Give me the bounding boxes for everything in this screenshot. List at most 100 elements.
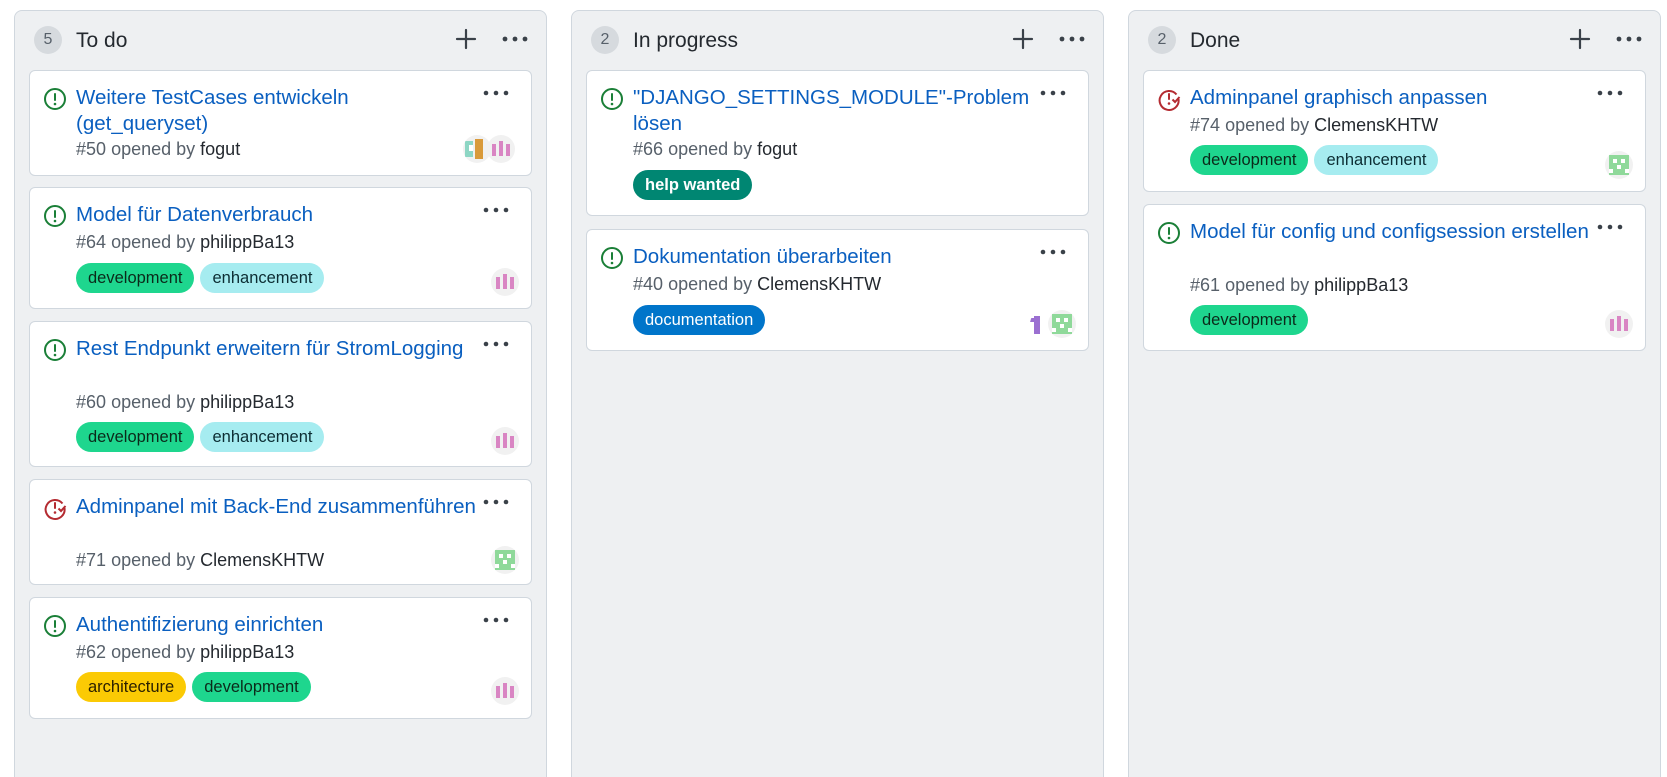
issue-number: #50 <box>76 139 107 159</box>
label-list: development enhancement <box>76 422 330 453</box>
column-menu-kebab-icon[interactable] <box>498 25 532 53</box>
issue-title-link[interactable]: Weitere TestCases entwickeln (get_querys… <box>76 85 476 137</box>
assignee-avatars <box>491 546 519 574</box>
card-menu-kebab-icon[interactable] <box>479 492 513 512</box>
issue-meta: #60 opened by philippBa13 <box>76 392 294 413</box>
label-list: development enhancement <box>76 263 330 294</box>
assignee-avatars <box>491 427 519 455</box>
pink-identicon-avatar[interactable] <box>487 135 515 163</box>
issue-title-link[interactable]: Adminpanel graphisch anpassen <box>1190 85 1590 111</box>
issue-meta: #74 opened by ClemensKHTW <box>1190 115 1438 136</box>
card-menu-kebab-icon[interactable] <box>479 334 513 354</box>
label-documentation[interactable]: documentation <box>633 305 766 335</box>
issue-author-link[interactable]: philippBa13 <box>1314 275 1408 295</box>
issue-title-link[interactable]: Model für Datenverbrauch <box>76 202 476 228</box>
opened-by-text: opened by <box>111 550 196 570</box>
label-development[interactable]: development <box>76 263 195 293</box>
label-development[interactable]: development <box>1190 145 1309 175</box>
pink-identicon-avatar[interactable] <box>491 427 519 455</box>
issue-card[interactable]: Adminpanel mit Back-End zusammenführen #… <box>29 479 532 585</box>
green-identicon-avatar[interactable] <box>1605 151 1633 179</box>
issue-card[interactable]: Model für Datenverbrauch #64 opened by p… <box>29 187 532 309</box>
card-count-badge: 2 <box>1148 26 1176 54</box>
label-help-wanted[interactable]: help wanted <box>633 170 753 200</box>
card-menu-kebab-icon[interactable] <box>1036 83 1070 103</box>
issue-author-link[interactable]: fogut <box>200 139 240 159</box>
green-identicon-avatar[interactable] <box>491 546 519 574</box>
label-list: help wanted <box>633 170 758 201</box>
issue-meta: #71 opened by ClemensKHTW <box>76 550 324 571</box>
green-identicon-avatar[interactable] <box>1048 310 1076 338</box>
add-card-plus-icon[interactable] <box>1566 25 1594 53</box>
issue-title-link[interactable]: "DJANGO_SETTINGS_MODULE"-Problem lösen <box>633 85 1033 137</box>
column-header: 5 To do <box>15 11 546 73</box>
issue-title-link[interactable]: Rest Endpunkt erweitern für StromLogging <box>76 336 476 362</box>
pink-identicon-avatar[interactable] <box>491 677 519 705</box>
issue-card[interactable]: Rest Endpunkt erweitern für StromLogging… <box>29 321 532 467</box>
assignee-avatars <box>491 677 519 705</box>
project-board: 5 To do Weitere TestCases entwickeln (ge… <box>0 0 1667 777</box>
assignee-avatars <box>463 135 519 163</box>
issue-number: #64 <box>76 232 107 252</box>
open-issue-icon <box>43 204 67 228</box>
issue-number: #61 <box>1190 275 1221 295</box>
assignee-avatars <box>1605 151 1633 179</box>
opened-by-text: opened by <box>111 392 196 412</box>
card-menu-kebab-icon[interactable] <box>1593 217 1627 237</box>
issue-author-link[interactable]: philippBa13 <box>200 232 294 252</box>
column-header: 2 Done <box>1129 11 1660 73</box>
issue-meta: #62 opened by philippBa13 <box>76 642 294 663</box>
label-development[interactable]: development <box>76 422 195 452</box>
open-issue-icon <box>43 614 67 638</box>
card-menu-kebab-icon[interactable] <box>479 200 513 220</box>
issue-author-link[interactable]: philippBa13 <box>200 642 294 662</box>
card-menu-kebab-icon[interactable] <box>479 610 513 630</box>
pink-identicon-avatar[interactable] <box>491 268 519 296</box>
column-menu-kebab-icon[interactable] <box>1055 25 1089 53</box>
issue-title-link[interactable]: Adminpanel mit Back-End zusammenführen <box>76 494 476 520</box>
issue-title-link[interactable]: Model für config und configsession erste… <box>1190 219 1590 245</box>
label-architecture[interactable]: architecture <box>76 672 187 702</box>
label-enhancement[interactable]: enhancement <box>200 263 325 293</box>
issue-author-link[interactable]: fogut <box>757 139 797 159</box>
issue-title-link[interactable]: Dokumentation überarbeiten <box>633 244 1033 270</box>
card-menu-kebab-icon[interactable] <box>1593 83 1627 103</box>
issue-card[interactable]: Model für config und configsession erste… <box>1143 204 1646 351</box>
open-issue-icon <box>1157 221 1181 245</box>
label-enhancement[interactable]: enhancement <box>200 422 325 452</box>
open-issue-icon <box>600 87 624 111</box>
issue-card[interactable]: "DJANGO_SETTINGS_MODULE"-Problem lösen #… <box>586 70 1089 216</box>
opened-by-text: opened by <box>111 232 196 252</box>
issue-number: #74 <box>1190 115 1221 135</box>
issue-card[interactable]: Weitere TestCases entwickeln (get_querys… <box>29 70 532 176</box>
column-title: In progress <box>633 29 739 52</box>
card-menu-kebab-icon[interactable] <box>479 83 513 103</box>
open-issue-icon <box>43 87 67 111</box>
add-card-plus-icon[interactable] <box>1009 25 1037 53</box>
assignee-avatars <box>1605 310 1633 338</box>
issue-author-link[interactable]: philippBa13 <box>200 392 294 412</box>
column-in-progress: 2 In progress "DJANGO_SETTINGS_MODULE"-P… <box>571 10 1104 777</box>
card-count-badge: 2 <box>591 26 619 54</box>
issue-card[interactable]: Authentifizierung einrichten #62 opened … <box>29 597 532 719</box>
issue-author-link[interactable]: ClemensKHTW <box>1314 115 1438 135</box>
issue-author-link[interactable]: ClemensKHTW <box>200 550 324 570</box>
issue-title-link[interactable]: Authentifizierung einrichten <box>76 612 476 638</box>
column-menu-kebab-icon[interactable] <box>1612 25 1646 53</box>
issue-meta: #50 opened by fogut <box>76 139 240 160</box>
add-card-plus-icon[interactable] <box>452 25 480 53</box>
column-header: 2 In progress <box>572 11 1103 73</box>
issue-meta: #64 opened by philippBa13 <box>76 232 294 253</box>
issue-card[interactable]: Adminpanel graphisch anpassen #74 opened… <box>1143 70 1646 192</box>
label-development[interactable]: development <box>192 672 311 702</box>
opened-by-text: opened by <box>1225 115 1310 135</box>
pink-identicon-avatar[interactable] <box>1605 310 1633 338</box>
label-development[interactable]: development <box>1190 305 1309 335</box>
label-enhancement[interactable]: enhancement <box>1314 145 1439 175</box>
opened-by-text: opened by <box>668 139 753 159</box>
label-list: development enhancement <box>1190 145 1444 176</box>
card-menu-kebab-icon[interactable] <box>1036 242 1070 262</box>
issue-card[interactable]: Dokumentation überarbeiten #40 opened by… <box>586 229 1089 351</box>
issue-meta: #61 opened by philippBa13 <box>1190 275 1408 296</box>
issue-author-link[interactable]: ClemensKHTW <box>757 274 881 294</box>
